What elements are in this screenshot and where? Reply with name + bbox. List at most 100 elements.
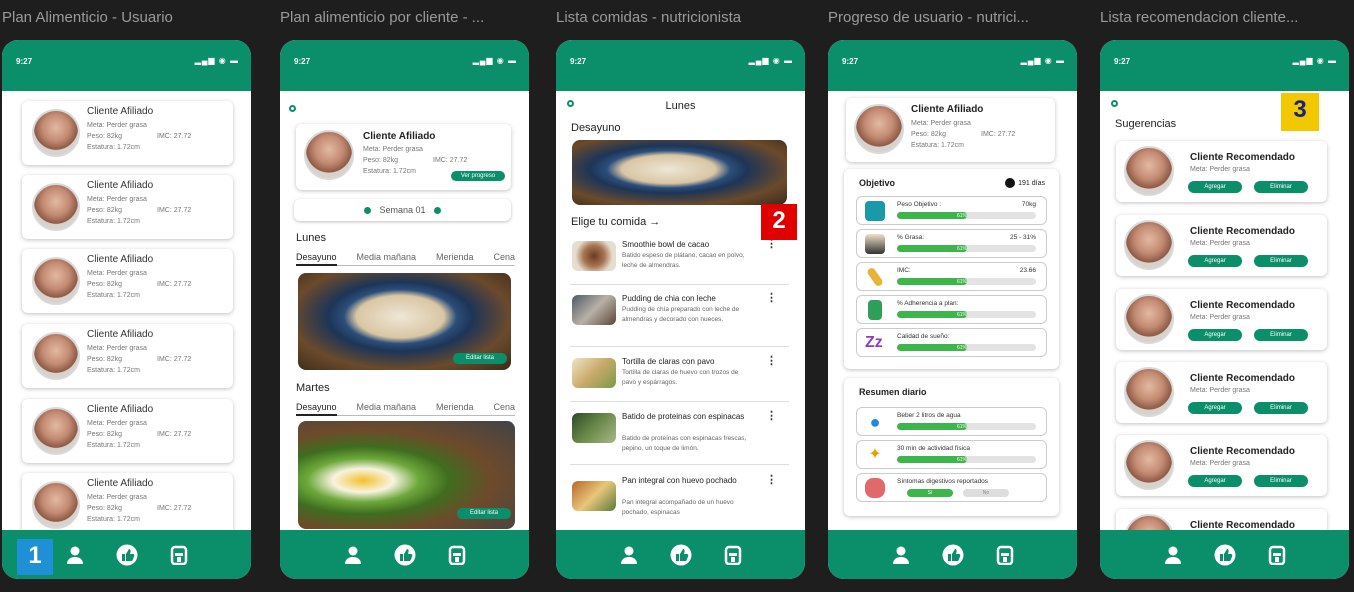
- choose-food-label: Elige tu comida: [571, 216, 647, 228]
- edit-list-button[interactable]: Editar lista: [453, 353, 507, 364]
- food-name: Smoothie bowl de cacao: [622, 240, 710, 249]
- add-button[interactable]: Agregar: [1188, 181, 1242, 193]
- client-card[interactable]: Cliente Afiliado Meta: Perder grasa Peso…: [22, 324, 233, 388]
- client-card: Cliente Afiliado Meta: Perder grasa Peso…: [296, 124, 511, 190]
- thumbs-up-icon[interactable]: [942, 544, 964, 566]
- daily-summary-title: Resumen diario: [859, 387, 927, 397]
- tab-merienda[interactable]: Merienda: [436, 402, 474, 412]
- thumbs-up-icon[interactable]: [116, 544, 138, 566]
- user-icon[interactable]: [1162, 544, 1184, 566]
- add-button[interactable]: Agregar: [1188, 402, 1242, 414]
- daily-label: 30 min de actividad física: [897, 445, 970, 452]
- food-description: Pudding de chía preparado con leche de a…: [622, 306, 740, 323]
- tab-cena[interactable]: Cena: [493, 402, 515, 412]
- client-height: Estatura: 1.72cm: [363, 168, 416, 175]
- client-name: Cliente Afiliado: [87, 329, 154, 340]
- client-meta: Meta: Perder grasa: [87, 494, 147, 501]
- remove-button[interactable]: Eliminar: [1254, 329, 1308, 341]
- client-meta: Meta: Perder grasa: [911, 120, 971, 127]
- meal-tabs-lunes: Desayuno Media mañana Merienda Cena: [296, 252, 515, 266]
- food-item[interactable]: Tortilla de claras con pavo Tortilla de …: [570, 350, 789, 402]
- status-time: 9:27: [294, 57, 311, 66]
- remove-button[interactable]: Eliminar: [1254, 181, 1308, 193]
- client-weight: Peso: 82kg: [87, 431, 123, 438]
- avatar: [32, 481, 80, 529]
- food-item[interactable]: Batido de proteinas con espinacas Batido…: [570, 405, 789, 465]
- client-card[interactable]: Cliente Afiliado Meta: Perder grasa Peso…: [22, 399, 233, 463]
- tab-media-manana[interactable]: Media mañana: [356, 402, 416, 412]
- metric-percent: 61%: [957, 246, 968, 252]
- edit-list-button[interactable]: Editar lista: [457, 508, 511, 519]
- tab-media-manana[interactable]: Media mañana: [356, 252, 416, 262]
- add-button[interactable]: Agregar: [1188, 329, 1242, 341]
- choose-food-link[interactable]: Elige tu comida →: [571, 216, 660, 228]
- avatar: [32, 407, 80, 455]
- thumbs-up-icon[interactable]: [394, 544, 416, 566]
- more-options-icon[interactable]: ⋮: [766, 291, 777, 304]
- client-weight: Peso: 82kg: [87, 281, 123, 288]
- next-week-icon[interactable]: [433, 206, 441, 214]
- tab-merienda[interactable]: Merienda: [436, 252, 474, 262]
- remove-button[interactable]: Eliminar: [1254, 475, 1308, 487]
- tab-desayuno[interactable]: Desayuno: [296, 252, 337, 266]
- metric-percent: 61%: [957, 279, 968, 285]
- yes-button[interactable]: Sí: [907, 489, 953, 497]
- user-icon[interactable]: [618, 544, 640, 566]
- food-item[interactable]: Pudding de chia con leche Pudding de chí…: [570, 287, 789, 347]
- avatar: [1124, 146, 1174, 196]
- food-thumbnail: [572, 241, 616, 271]
- user-icon[interactable]: [342, 544, 364, 566]
- metric-adherencia: % Adherencia a plan: 61%: [856, 295, 1047, 324]
- ver-progreso-button[interactable]: Ver progreso: [451, 171, 505, 181]
- client-weight: Peso: 82kg: [87, 207, 123, 214]
- client-weight: Peso: 82kg: [363, 157, 399, 164]
- meal-plan-icon[interactable]: [1266, 544, 1288, 566]
- status-bar: 9:27 ▂▄▆ ◉ ▬: [1100, 40, 1349, 91]
- meal-plan-icon[interactable]: [994, 544, 1016, 566]
- metric-label: IMC:: [897, 267, 911, 274]
- tab-desayuno[interactable]: Desayuno: [296, 402, 337, 416]
- arrow-right-icon: →: [649, 216, 661, 228]
- week-selector: Semana 01: [294, 199, 511, 221]
- client-imc: IMC: 27.72: [157, 356, 192, 363]
- remove-button[interactable]: Eliminar: [1254, 402, 1308, 414]
- metric-grasa: % Grasa: 25 - 31% 61%: [856, 229, 1047, 258]
- objective-panel: Objetivo 191 días Peso Objetivo : 70kg 6…: [844, 169, 1059, 369]
- more-options-icon[interactable]: ⋮: [766, 354, 777, 367]
- scale-icon: [865, 201, 885, 221]
- remove-button[interactable]: Eliminar: [1254, 255, 1308, 267]
- client-card[interactable]: Cliente Afiliado Meta: Perder grasa Peso…: [22, 101, 233, 165]
- add-button[interactable]: Agregar: [1188, 255, 1242, 267]
- back-icon[interactable]: [289, 105, 296, 112]
- thumbs-up-icon[interactable]: [670, 544, 692, 566]
- more-options-icon[interactable]: ⋮: [766, 409, 777, 422]
- user-icon[interactable]: [890, 544, 912, 566]
- client-name: Cliente Recomendado: [1190, 446, 1296, 457]
- metric-label: % Grasa:: [897, 234, 925, 241]
- add-button[interactable]: Agregar: [1188, 475, 1242, 487]
- food-item[interactable]: Pan integral con huevo pochado Pan integ…: [570, 469, 789, 529]
- client-meta: Meta: Perder grasa: [363, 146, 423, 153]
- client-card[interactable]: Cliente Afiliado Meta: Perder grasa Peso…: [22, 175, 233, 239]
- meal-plan-icon[interactable]: [722, 544, 744, 566]
- prev-week-icon[interactable]: [364, 206, 372, 214]
- daily-percent: 61%: [957, 457, 968, 463]
- food-thumbnail: [572, 413, 616, 443]
- status-bar: 9:27 ▂▄▆ ◉ ▬: [280, 40, 529, 91]
- client-card[interactable]: Cliente Afiliado Meta: Perder grasa Peso…: [22, 249, 233, 313]
- user-icon[interactable]: [64, 544, 86, 566]
- tab-cena[interactable]: Cena: [493, 252, 515, 262]
- client-height: Estatura: 1.72cm: [87, 144, 140, 151]
- meal-plan-icon[interactable]: [446, 544, 468, 566]
- more-options-icon[interactable]: ⋮: [766, 473, 777, 486]
- client-meta: Meta: Perder grasa: [87, 270, 147, 277]
- no-button[interactable]: No: [963, 489, 1009, 497]
- thumbs-up-icon[interactable]: [1214, 544, 1236, 566]
- back-icon[interactable]: [1111, 100, 1118, 107]
- client-height: Estatura: 1.72cm: [87, 367, 140, 374]
- phone-plan-cliente: 9:27 ▂▄▆ ◉ ▬ Cliente Afiliado Meta: Perd…: [280, 40, 529, 579]
- client-card[interactable]: Cliente Afiliado Meta: Perder grasa Peso…: [22, 473, 233, 530]
- food-thumbnail: [572, 481, 616, 511]
- food-item[interactable]: Smoothie bowl de cacao Batido espeso de …: [570, 233, 789, 285]
- meal-plan-icon[interactable]: [168, 544, 190, 566]
